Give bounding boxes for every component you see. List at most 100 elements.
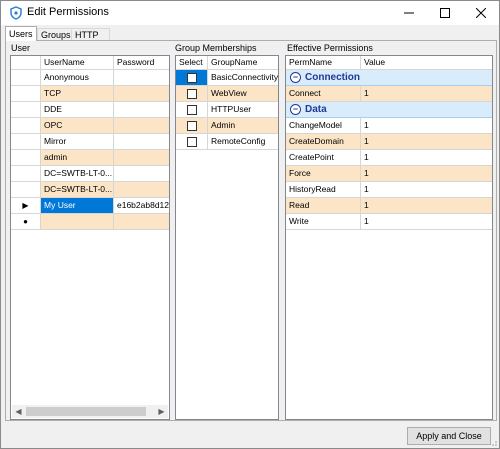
password-cell[interactable] [114,86,169,102]
select-cell[interactable] [176,134,208,150]
effective-permissions-grid[interactable]: PermName Value − Connection Connect 1− Data C… [285,55,493,420]
group-row[interactable]: HTTPUser [176,102,278,118]
apply-and-close-button[interactable]: Apply and Close [407,427,491,445]
checkbox[interactable] [187,137,197,147]
groupname-cell[interactable]: RemoteConfig [208,134,278,150]
permname-cell[interactable]: ChangeModel [286,118,361,134]
user-row[interactable]: DC=SWTB-LT-0... [11,166,169,182]
value-cell[interactable]: 1 [361,182,492,198]
scroll-left-icon[interactable]: ◀ [12,405,25,418]
username-cell[interactable]: Anonymous [41,70,114,86]
permission-row[interactable]: CreatePoint 1 [286,150,492,166]
resize-grip-icon[interactable] [489,438,497,446]
permission-row[interactable]: Force 1 [286,166,492,182]
user-row[interactable]: DC=SWTB-LT-0... [11,182,169,198]
value-cell[interactable]: 1 [361,198,492,214]
password-cell[interactable] [114,166,169,182]
password-cell[interactable] [114,182,169,198]
password-cell[interactable] [114,70,169,86]
value-cell[interactable]: 1 [361,86,492,102]
user-row[interactable]: ▶ My User e16b2ab8d122 [11,198,169,214]
select-cell[interactable] [176,118,208,134]
row-header[interactable] [11,182,41,198]
username-cell[interactable]: Mirror [41,134,114,150]
username-cell[interactable]: DDE [41,102,114,118]
groupname-cell[interactable]: Admin [208,118,278,134]
group-row[interactable]: Admin [176,118,278,134]
password-cell[interactable] [114,134,169,150]
user-row[interactable]: ● [11,214,169,230]
row-header[interactable] [11,102,41,118]
password-cell[interactable]: e16b2ab8d122 [114,198,169,214]
password-cell[interactable] [114,102,169,118]
scroll-right-icon[interactable]: ▶ [155,405,168,418]
permname-cell[interactable]: CreateDomain [286,134,361,150]
row-header[interactable] [11,166,41,182]
title-bar[interactable]: Edit Permissions [1,1,499,25]
permname-cell[interactable]: Connect [286,86,361,102]
collapse-icon[interactable]: − [290,72,301,83]
permname-cell[interactable]: Write [286,214,361,230]
maximize-button[interactable] [427,1,463,25]
column-header-permname[interactable]: PermName [286,56,361,70]
row-header[interactable] [11,134,41,150]
permission-row[interactable]: Connect 1 [286,86,492,102]
value-cell[interactable]: 1 [361,134,492,150]
users-grid[interactable]: UserName Password Anonymous TCP DDE OPC Mirr… [10,55,170,420]
value-cell[interactable]: 1 [361,214,492,230]
group-row[interactable]: ✓ BasicConnectivity [176,70,278,86]
group-memberships-grid[interactable]: Select GroupName ✓ BasicConnectivity WebVi… [175,55,279,420]
permname-cell[interactable]: CreatePoint [286,150,361,166]
row-header[interactable] [11,70,41,86]
permission-row[interactable]: HistoryRead 1 [286,182,492,198]
column-header-username[interactable]: UserName [41,56,114,70]
scroll-thumb[interactable] [26,407,146,416]
permission-row[interactable]: CreateDomain 1 [286,134,492,150]
select-cell[interactable] [176,102,208,118]
user-row[interactable]: TCP [11,86,169,102]
checkbox[interactable] [187,105,197,115]
column-header-groupname[interactable]: GroupName [208,56,278,70]
row-header[interactable]: ▶ [11,198,41,214]
groupname-cell[interactable]: BasicConnectivity [208,70,278,86]
username-cell[interactable]: admin [41,150,114,166]
select-cell[interactable]: ✓ [176,70,208,86]
permission-row[interactable]: Read 1 [286,198,492,214]
checkbox[interactable] [187,121,197,131]
username-cell[interactable]: DC=SWTB-LT-0... [41,182,114,198]
permission-row[interactable]: ChangeModel 1 [286,118,492,134]
username-cell[interactable] [41,214,114,230]
users-horizontal-scrollbar[interactable]: ◀ ▶ [12,405,168,418]
row-header[interactable] [11,150,41,166]
permission-row[interactable]: Write 1 [286,214,492,230]
username-cell[interactable]: My User [41,198,114,214]
permission-group-connection[interactable]: − Connection [286,70,492,86]
groupname-cell[interactable]: WebView [208,86,278,102]
user-row[interactable]: OPC [11,118,169,134]
tab-users[interactable]: Users [5,26,37,41]
column-header-password[interactable]: Password [114,56,169,70]
permission-group-data[interactable]: − Data [286,102,492,118]
checkbox-checked[interactable]: ✓ [187,73,197,83]
collapse-icon[interactable]: − [290,104,301,115]
new-row-marker[interactable]: ● [11,214,41,230]
group-row[interactable]: WebView [176,86,278,102]
username-cell[interactable]: DC=SWTB-LT-0... [41,166,114,182]
minimize-button[interactable] [391,1,427,25]
group-row[interactable]: RemoteConfig [176,134,278,150]
username-cell[interactable]: OPC [41,118,114,134]
password-cell[interactable] [114,214,169,230]
permname-cell[interactable]: Force [286,166,361,182]
column-header-value[interactable]: Value [361,56,492,70]
select-cell[interactable] [176,86,208,102]
user-row[interactable]: Anonymous [11,70,169,86]
row-header[interactable] [11,118,41,134]
user-row[interactable]: admin [11,150,169,166]
user-row[interactable]: Mirror [11,134,169,150]
user-row[interactable]: DDE [11,102,169,118]
value-cell[interactable]: 1 [361,166,492,182]
groupname-cell[interactable]: HTTPUser [208,102,278,118]
checkbox[interactable] [187,89,197,99]
username-cell[interactable]: TCP [41,86,114,102]
permname-cell[interactable]: Read [286,198,361,214]
